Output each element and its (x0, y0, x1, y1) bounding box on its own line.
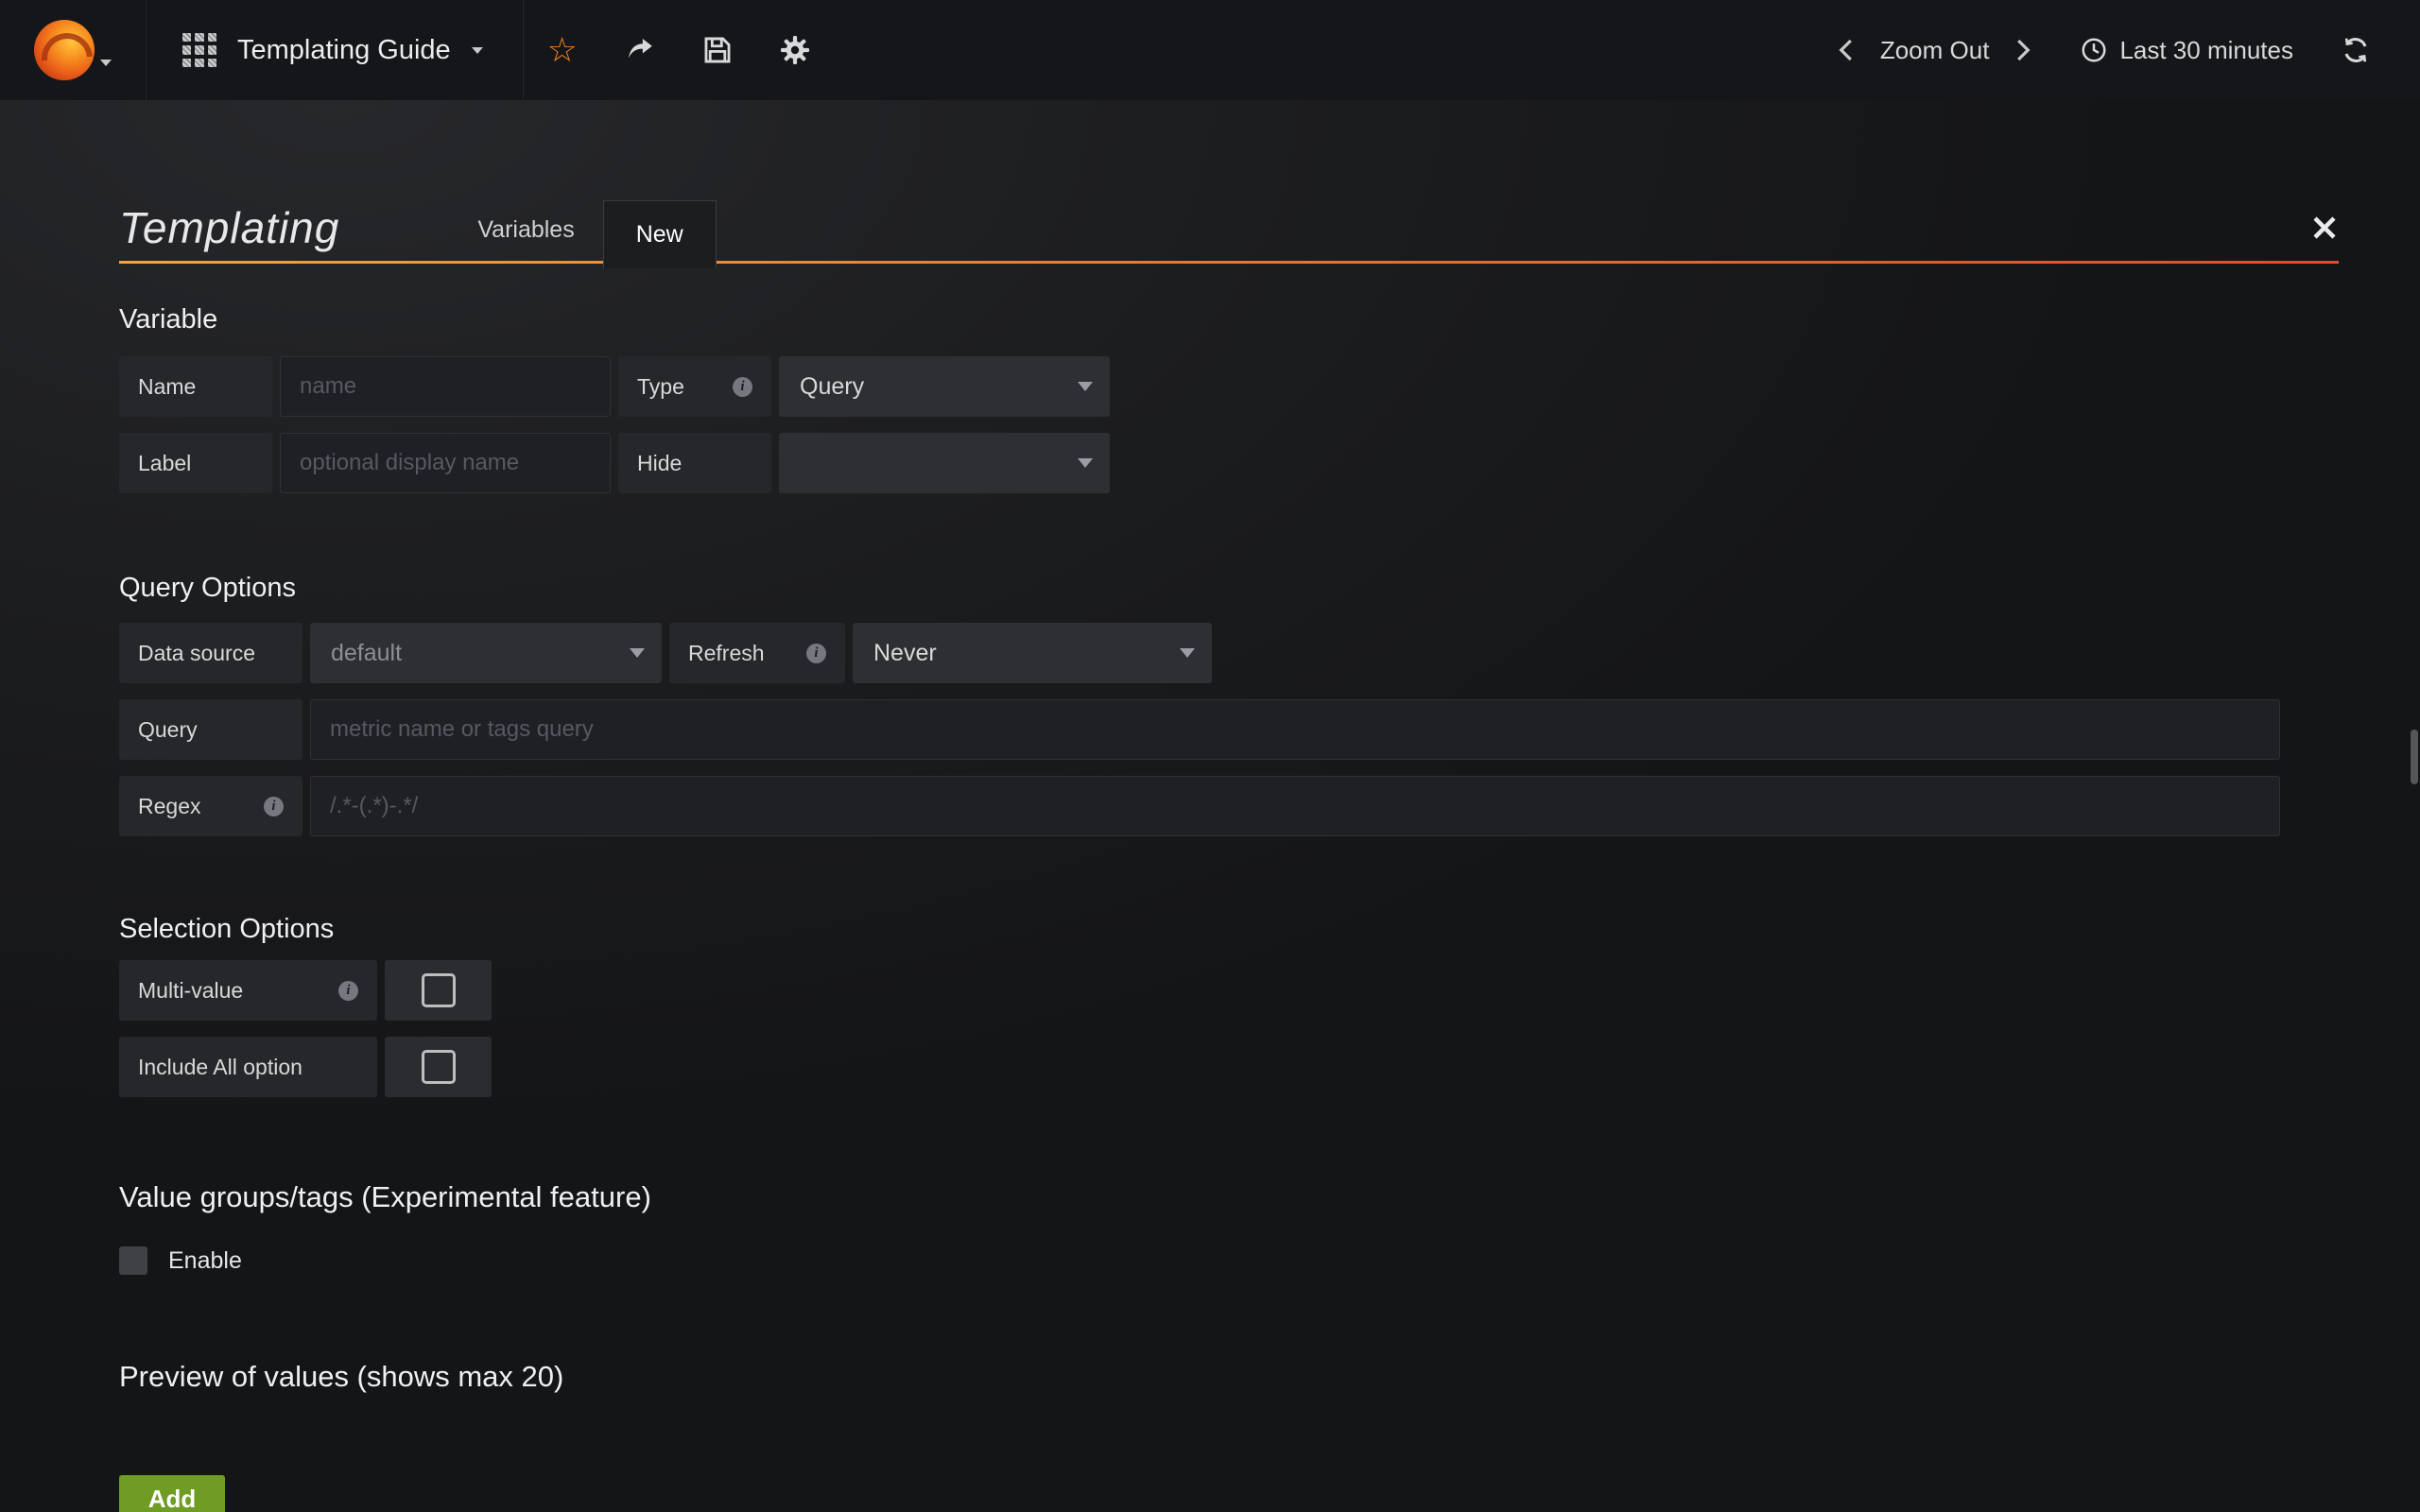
navbar-actions: ☆ (524, 0, 834, 100)
chevron-down-icon (1180, 648, 1195, 658)
hide-label: Hide (618, 433, 771, 493)
query-row: Query (119, 699, 2339, 760)
dashboard-title: Templating Guide (237, 35, 451, 66)
page-title: Templating (119, 202, 339, 268)
chevron-down-icon (1078, 458, 1093, 468)
enable-checkbox-row[interactable]: Enable (119, 1246, 2339, 1275)
top-navbar: Templating Guide ☆ (0, 0, 2420, 100)
close-icon[interactable] (2310, 214, 2339, 242)
scrollbar-thumb[interactable] (2411, 730, 2418, 784)
grafana-logo-icon (34, 20, 95, 80)
value-groups-heading: Value groups/tags (Experimental feature) (119, 1180, 2339, 1214)
type-label: Type i (618, 356, 771, 417)
grafana-screen: Templating Guide ☆ (0, 0, 2420, 1512)
checkbox-icon (422, 1050, 456, 1084)
settings-button[interactable] (756, 0, 834, 100)
templating-editor: Templating Variables New Variable Name T… (0, 198, 2420, 1512)
query-label: Query (119, 699, 302, 760)
dashboard-grid-icon (182, 33, 216, 67)
save-icon (701, 34, 734, 66)
variable-heading: Variable (119, 304, 2339, 335)
zoom-controls: Zoom Out (1833, 36, 2037, 65)
clock-icon (2080, 36, 2108, 64)
zoom-out-button[interactable]: Zoom Out (1880, 36, 1990, 65)
name-input[interactable] (280, 356, 611, 417)
share-button[interactable] (601, 0, 679, 100)
add-button[interactable]: Add (119, 1475, 225, 1512)
name-label: Name (119, 356, 272, 417)
save-button[interactable] (679, 0, 756, 100)
chevron-down-icon (630, 648, 645, 658)
info-icon[interactable]: i (264, 797, 284, 816)
refresh-select[interactable]: Never (853, 623, 1212, 683)
label-input[interactable] (280, 433, 611, 493)
label-label: Label (119, 433, 272, 493)
regex-input[interactable] (310, 776, 2280, 836)
chevron-down-icon (100, 60, 112, 66)
hide-select[interactable] (779, 433, 1110, 493)
variable-name-row: Name Type i Query (119, 356, 2339, 417)
time-controls: Zoom Out Last 30 minutes (1833, 0, 2420, 100)
chevron-down-icon (472, 47, 483, 54)
star-button[interactable]: ☆ (524, 0, 601, 100)
multi-value-checkbox[interactable] (385, 960, 492, 1021)
regex-row: Regex i (119, 776, 2339, 836)
refresh-icon (2341, 35, 2371, 65)
grafana-menu-button[interactable] (0, 0, 147, 100)
chevron-right-icon[interactable] (2008, 36, 2036, 64)
refresh-button[interactable] (2341, 35, 2371, 65)
share-icon (624, 34, 656, 66)
refresh-label: Refresh i (669, 623, 845, 683)
datasource-label: Data source (119, 623, 302, 683)
multi-value-label: Multi-value i (119, 960, 377, 1021)
query-input[interactable] (310, 699, 2280, 760)
info-icon[interactable]: i (806, 644, 826, 663)
time-range-picker[interactable]: Last 30 minutes (2080, 36, 2293, 65)
info-icon[interactable]: i (338, 981, 358, 1001)
tab-header: Templating Variables New (119, 198, 2339, 268)
chevron-left-icon[interactable] (1833, 36, 1861, 64)
tab-new[interactable]: New (603, 200, 717, 268)
star-icon: ☆ (547, 33, 578, 67)
regex-label: Regex i (119, 776, 302, 836)
preview-heading: Preview of values (shows max 20) (119, 1360, 2339, 1394)
selection-options-heading: Selection Options (119, 914, 2339, 945)
enable-checkbox-icon[interactable] (119, 1246, 147, 1275)
include-all-row: Include All option (119, 1037, 2339, 1097)
include-all-checkbox[interactable] (385, 1037, 492, 1097)
time-range-label: Last 30 minutes (2119, 36, 2293, 65)
type-select[interactable]: Query (779, 356, 1110, 417)
tab-underline (119, 261, 2339, 264)
info-icon[interactable]: i (733, 377, 752, 397)
include-all-label: Include All option (119, 1037, 377, 1097)
datasource-select[interactable]: default (310, 623, 662, 683)
gear-icon (778, 33, 812, 67)
dashboard-picker[interactable]: Templating Guide (147, 0, 524, 100)
variable-label-row: Label Hide (119, 433, 2339, 493)
checkbox-icon (422, 973, 456, 1007)
enable-label: Enable (168, 1247, 242, 1275)
multi-value-row: Multi-value i (119, 960, 2339, 1021)
datasource-row: Data source default Refresh i Never (119, 623, 2339, 683)
chevron-down-icon (1078, 382, 1093, 391)
query-options-heading: Query Options (119, 573, 2339, 604)
